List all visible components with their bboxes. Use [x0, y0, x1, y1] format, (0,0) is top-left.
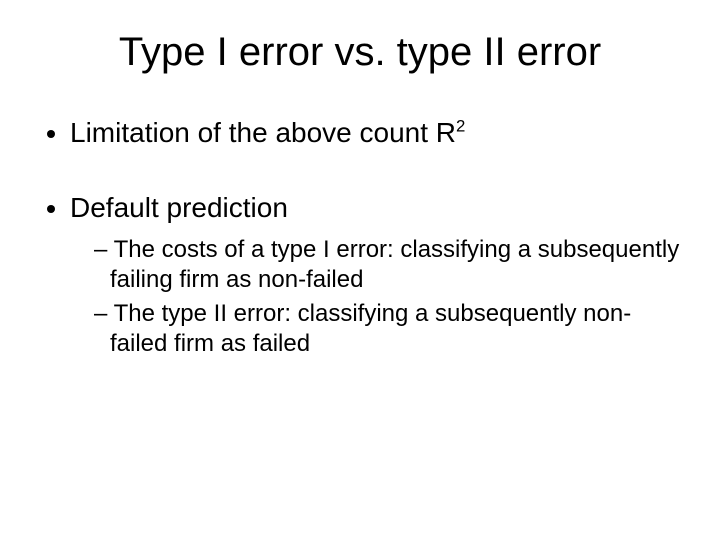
bullet-1-text: Limitation of the above count R: [70, 117, 456, 148]
bullet-2-text: Default prediction: [70, 192, 288, 223]
bullet-1: Limitation of the above count R2: [70, 115, 680, 150]
bullet-1-sup: 2: [456, 117, 465, 136]
slide: Type I error vs. type II error Limitatio…: [0, 0, 720, 540]
bullet-2: Default prediction The costs of a type I…: [70, 190, 680, 359]
slide-title: Type I error vs. type II error: [40, 30, 680, 75]
bullet-list: Limitation of the above count R2 Default…: [40, 115, 680, 359]
bullet-2-sublist: The costs of a type I error: classifying…: [70, 235, 680, 359]
bullet-2-sub-2: The type II error: classifying a subsequ…: [94, 299, 680, 359]
bullet-2-sub-1: The costs of a type I error: classifying…: [94, 235, 680, 295]
